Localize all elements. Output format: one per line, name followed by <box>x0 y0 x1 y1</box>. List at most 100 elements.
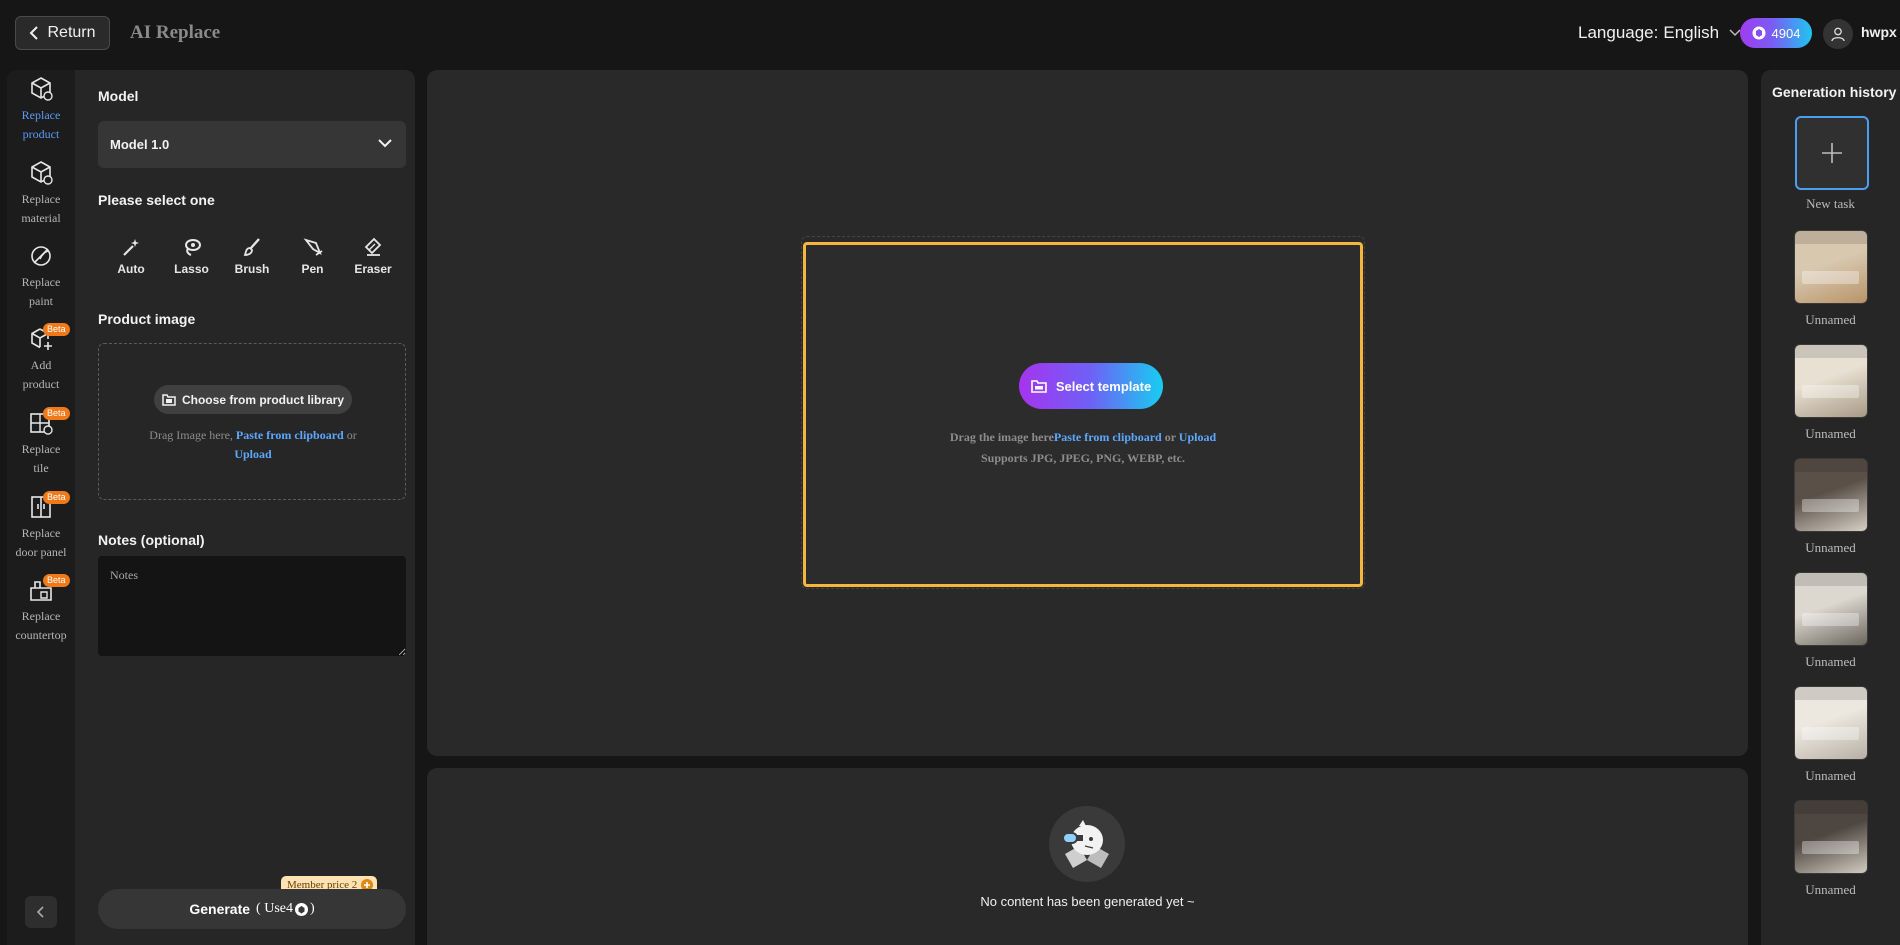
paste-clipboard-link[interactable]: Paste from clipboard <box>236 428 344 442</box>
product-image-dropzone[interactable]: Choose from product library Drag Image h… <box>98 343 406 500</box>
username[interactable]: hwpx <box>1861 24 1897 40</box>
tool-label: Eraser <box>354 262 392 276</box>
nav-item-add-product[interactable]: Beta Add product <box>7 323 75 394</box>
result-area: No content has been generated yet ~ <box>427 768 1748 945</box>
canvas-instructions: Drag the image herePaste from clipboard … <box>806 427 1360 469</box>
magic-wand-icon <box>123 239 139 256</box>
nav-label-line1: Replace <box>21 192 61 206</box>
history-item[interactable]: Unnamed <box>1761 572 1900 670</box>
nav-item-replace-product[interactable]: Replace product <box>7 76 75 144</box>
history-thumbnail <box>1793 458 1868 532</box>
nav-label-line2: countertop <box>15 628 67 642</box>
nav-label-line2: paint <box>29 294 53 308</box>
canvas-area: Select template Drag the image herePaste… <box>427 70 1748 756</box>
history-item[interactable]: Unnamed <box>1761 230 1900 328</box>
collapse-sidebar-button[interactable] <box>25 896 57 928</box>
generate-cost: ( Use4 ) <box>256 901 315 917</box>
history-item-label: Unnamed <box>1805 540 1856 555</box>
cube-replace-icon <box>31 77 53 101</box>
nav-item-replace-paint[interactable]: Replace paint <box>7 243 75 311</box>
nav-item-replace-material[interactable]: Replace material <box>7 160 75 228</box>
nav-label-line1: Replace <box>21 442 61 456</box>
pen-icon <box>303 238 322 256</box>
nav-item-replace-door-panel[interactable]: Beta Replace door panel <box>7 491 75 562</box>
model-select[interactable]: Model 1.0 <box>98 121 406 168</box>
history-thumbnail <box>1793 686 1868 760</box>
history-item[interactable]: Unnamed <box>1761 800 1900 898</box>
chevron-left-icon <box>30 26 39 40</box>
drop-instructions: Drag Image here, Paste from clipboard or… <box>109 426 397 464</box>
tool-eraser[interactable]: Eraser <box>348 237 398 276</box>
notes-label: Notes (optional) <box>98 532 205 548</box>
left-panel: Replace product Replace material Replace… <box>7 70 415 945</box>
beta-badge: Beta <box>43 407 70 420</box>
notes-field[interactable] <box>98 556 406 656</box>
avatar[interactable] <box>1823 19 1853 49</box>
history-item-label: Unnamed <box>1805 426 1856 441</box>
paint-icon <box>31 246 51 266</box>
generate-button[interactable]: Generate ( Use4 ) <box>98 889 406 929</box>
history-item[interactable]: Unnamed <box>1761 686 1900 784</box>
nav-label-line2: tile <box>33 461 49 475</box>
nav-label-line1: Add <box>30 358 52 372</box>
coin-icon <box>294 902 308 916</box>
tool-label: Auto <box>117 262 145 276</box>
tool-auto[interactable]: Auto <box>106 237 156 276</box>
nav-label-line1: Replace <box>21 108 61 122</box>
or-text: or <box>1164 430 1176 444</box>
select-template-button[interactable]: Select template <box>1019 363 1163 409</box>
dropzone-outline <box>801 236 1365 589</box>
generation-history-panel: Generation history New task Unnamed Unnam… <box>1761 70 1900 945</box>
plus-icon <box>1822 143 1842 163</box>
credits-badge[interactable]: 4904 <box>1740 18 1812 48</box>
history-thumbnail <box>1793 800 1868 874</box>
product-image-label: Product image <box>98 311 196 327</box>
nav-label-line2: door panel <box>15 545 67 559</box>
tool-brush[interactable]: Brush <box>227 237 277 276</box>
beta-badge: Beta <box>43 491 70 504</box>
nav-label-line1: Replace <box>21 275 61 289</box>
drag-text: Drag Image here, <box>149 428 233 442</box>
use-prefix: ( Use4 <box>256 901 293 916</box>
nav-label-line2: product <box>22 377 60 391</box>
brush-icon <box>243 238 260 256</box>
use-suffix: ) <box>309 901 315 916</box>
supported-formats: Supports JPG, JPEG, PNG, WEBP, etc. <box>980 451 1186 465</box>
tool-sidebar: Replace product Replace material Replace… <box>7 70 75 945</box>
coin-icon <box>1752 26 1766 40</box>
history-item-label: Unnamed <box>1805 768 1856 783</box>
library-button-label: Choose from product library <box>181 392 345 407</box>
beta-badge: Beta <box>43 323 70 336</box>
nav-label-line2: material <box>21 211 61 225</box>
nav-label-line2: product <box>22 127 60 141</box>
folder-icon <box>1031 380 1047 393</box>
tool-pen[interactable]: Pen <box>288 237 338 276</box>
select-template-label: Select template <box>1055 378 1152 394</box>
tool-lasso[interactable]: Lasso <box>167 237 217 276</box>
lasso-icon <box>184 239 201 256</box>
upload-link[interactable]: Upload <box>1179 430 1216 444</box>
history-item-label: Unnamed <box>1805 312 1856 327</box>
history-item[interactable]: Unnamed <box>1761 344 1900 442</box>
generate-label: Generate <box>189 901 251 917</box>
top-bar: Return AI Replace Language: English 4904… <box>0 0 1900 66</box>
chevron-left-icon <box>36 906 44 918</box>
history-item[interactable]: Unnamed <box>1761 458 1900 556</box>
page-title: AI Replace <box>130 22 221 43</box>
template-dropzone[interactable]: Select template Drag the image herePaste… <box>801 236 1365 589</box>
upload-link[interactable]: Upload <box>234 447 271 461</box>
language-label: Language: <box>1578 23 1659 42</box>
return-button[interactable]: Return <box>15 16 110 50</box>
new-task-button[interactable] <box>1795 116 1869 190</box>
nav-item-replace-countertop[interactable]: Beta Replace countertop <box>7 574 75 645</box>
beta-badge: Beta <box>43 574 70 587</box>
language-selector[interactable]: Language: English <box>1578 23 1741 43</box>
choose-library-button[interactable]: Choose from product library <box>154 385 352 414</box>
history-title: Generation history <box>1772 84 1897 100</box>
select-tool-label: Please select one <box>98 192 215 208</box>
nav-item-replace-tile[interactable]: Beta Replace tile <box>7 407 75 478</box>
empty-state-text: No content has been generated yet ~ <box>980 894 1195 909</box>
paste-clipboard-link[interactable]: Paste from clipboard <box>1054 430 1162 444</box>
cube-material-icon <box>31 161 53 185</box>
tool-row: Auto Lasso Brush Pen Eraser <box>98 237 406 276</box>
